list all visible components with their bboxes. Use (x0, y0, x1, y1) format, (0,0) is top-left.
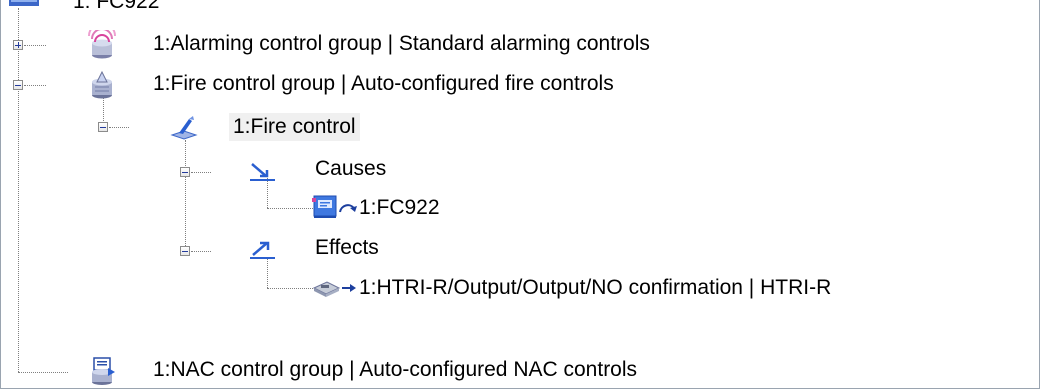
output-module-icon (311, 276, 341, 298)
tree-line-fire-control (185, 140, 186, 250)
tree-line-nac (18, 372, 68, 373)
tree-node-effects[interactable]: Effects (311, 234, 383, 262)
causes-arrow-icon (248, 160, 278, 184)
tree-line-root (18, 8, 19, 372)
nac-group-icon (87, 356, 117, 386)
tree-line-fire-group (103, 96, 104, 123)
expander-effects[interactable] (180, 246, 190, 256)
expander-fire-control[interactable] (98, 122, 108, 132)
control-tree-panel: 1: FC922 1:Alarming control group | Stan… (0, 0, 1040, 389)
panel-device-icon (311, 194, 339, 220)
tree-node-fire-control[interactable]: 1:Fire control (229, 113, 360, 141)
effects-arrow-icon (248, 238, 278, 262)
tree-line-fire (24, 85, 46, 86)
fire-control-icon (169, 113, 199, 141)
tree-line-effect-item (267, 288, 313, 289)
tree-line-fire-control-h (109, 127, 129, 128)
tree-node-causes[interactable]: Causes (311, 155, 390, 183)
tree-line-effects-h (191, 251, 211, 252)
expander-alarming-group[interactable] (13, 40, 23, 50)
root-node-label: 1: FC922 (73, 0, 160, 13)
fire-group-icon (87, 70, 117, 100)
tree-node-nac-group[interactable]: 1:NAC control group | Auto-configured NA… (149, 356, 641, 384)
tree-line-effects (267, 258, 268, 288)
tree-node-effect-item[interactable]: 1:HTRI-R/Output/Output/NO confirmation |… (355, 274, 835, 302)
tree-node-alarming-group[interactable]: 1:Alarming control group | Standard alar… (149, 30, 654, 58)
alarm-group-icon (87, 22, 117, 60)
tree-line-cause-item (267, 208, 313, 209)
tree-node-cause-item[interactable]: 1:FC922 (355, 194, 444, 222)
tree-line-causes-h (191, 172, 211, 173)
expander-causes[interactable] (180, 167, 190, 177)
tree-node-fire-group[interactable]: 1:Fire control group | Auto-configured f… (149, 70, 618, 98)
root-node-icon (9, 0, 39, 8)
tree-line-alarming (24, 45, 46, 46)
expander-fire-group[interactable] (13, 80, 23, 90)
